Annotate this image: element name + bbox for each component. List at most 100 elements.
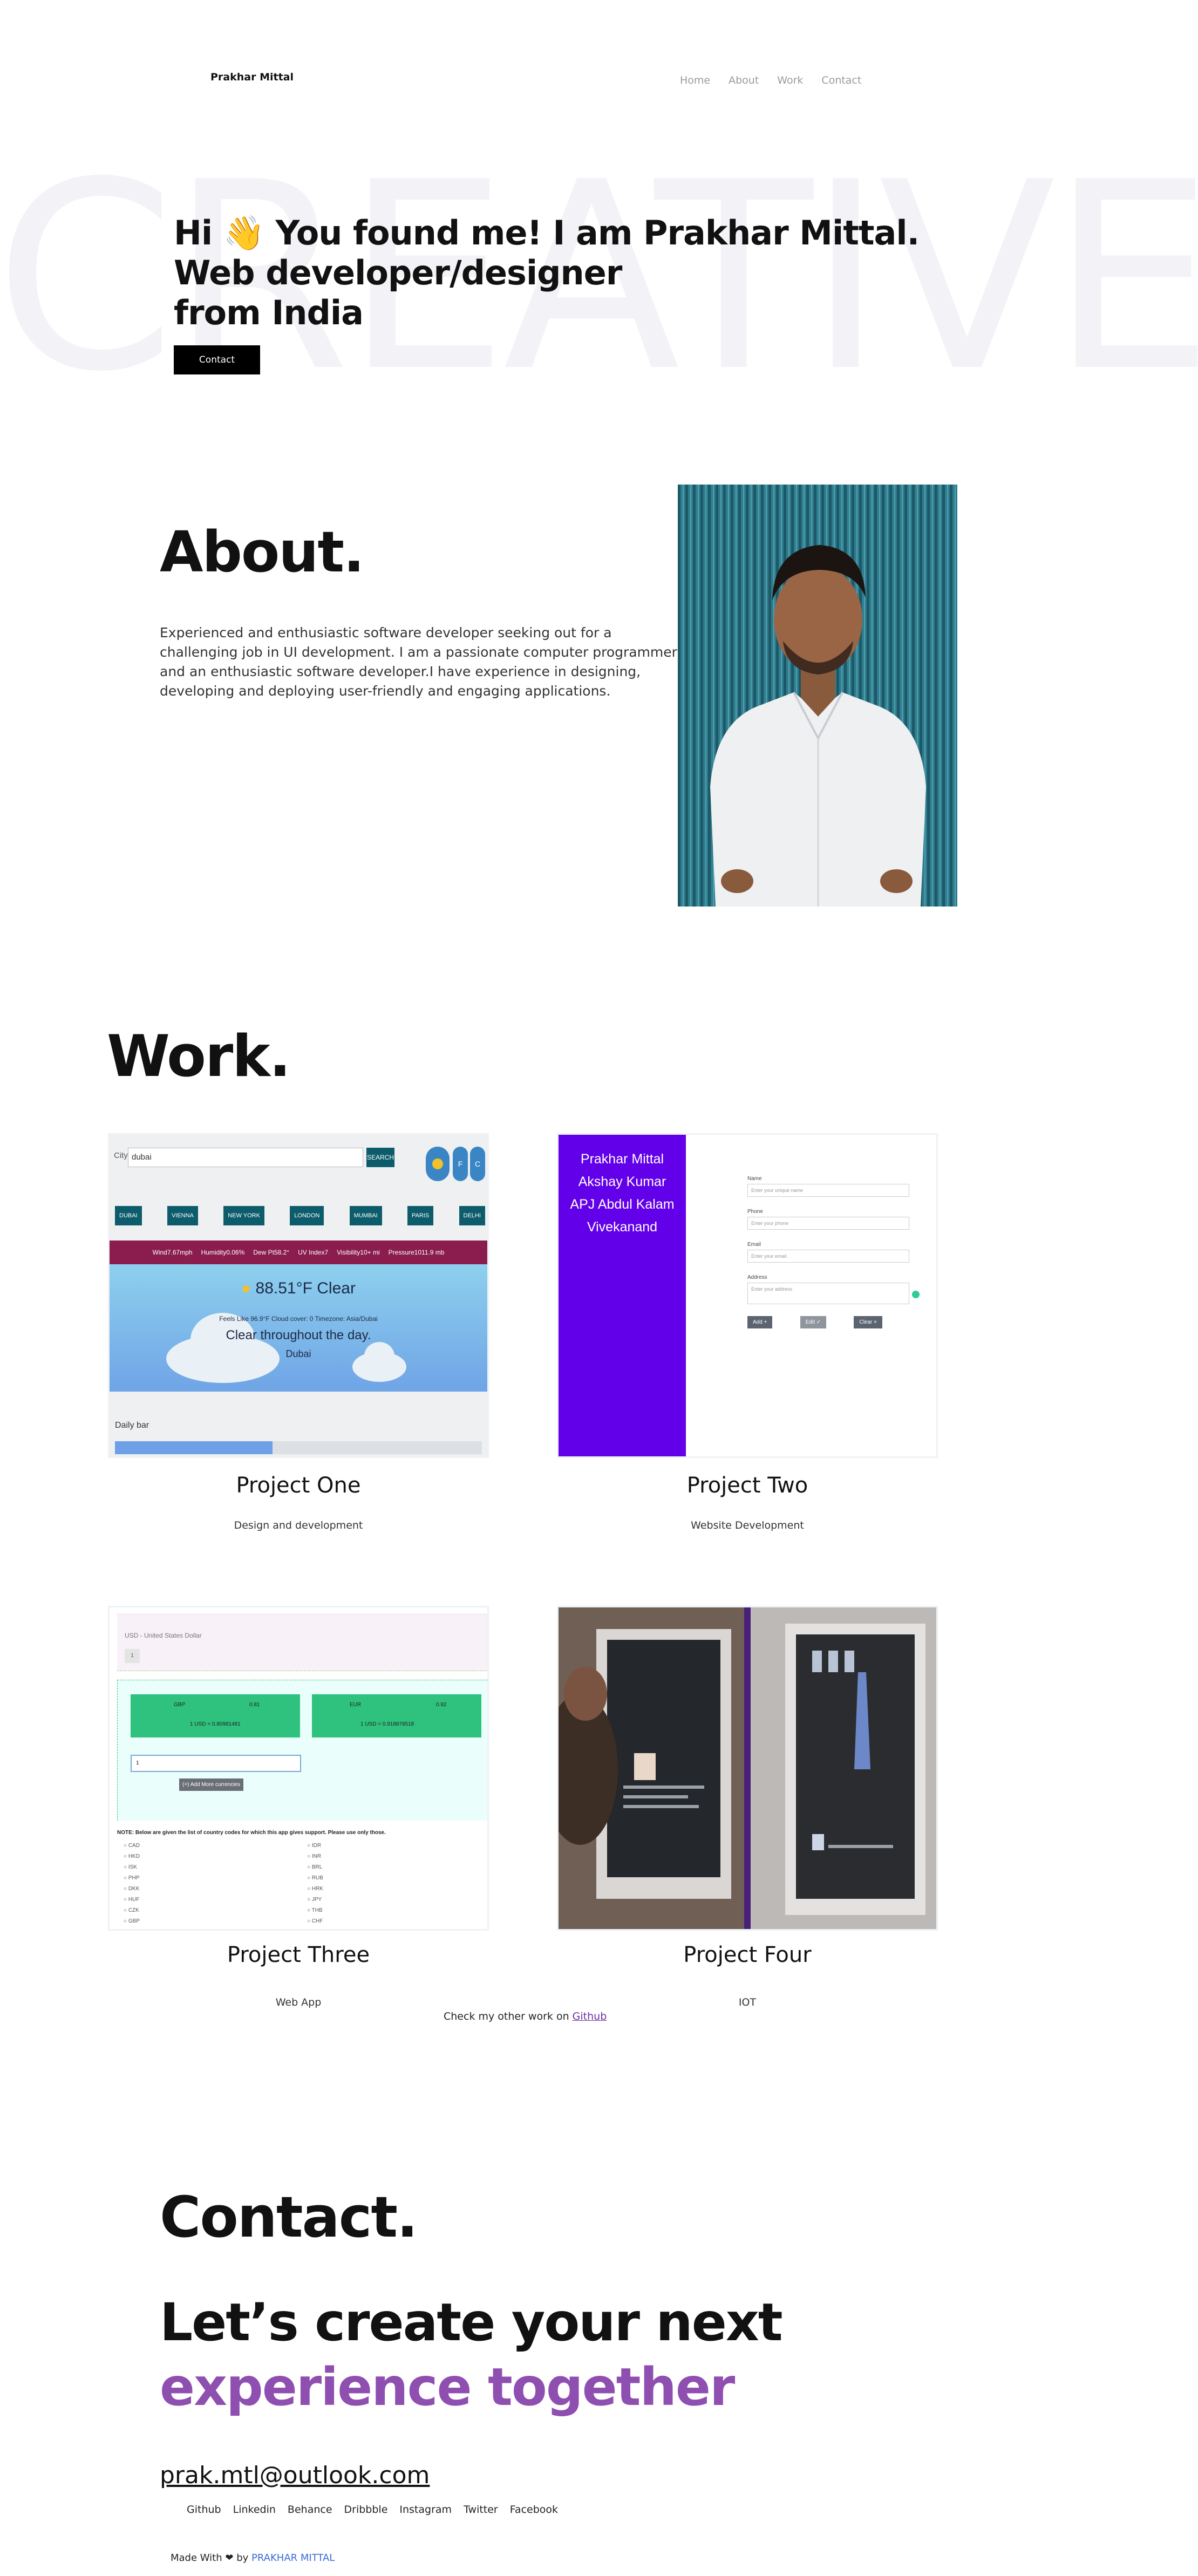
weather-stat-uv: UV Index7	[298, 1249, 329, 1256]
weather-stat-wind: Wind7.67mph	[152, 1249, 193, 1256]
form-input-name[interactable]: Enter your unique name	[747, 1184, 909, 1197]
form-input-address-placeholder: Enter your address	[751, 1286, 793, 1292]
currency-base-panel: USD - United States Dollar 1	[117, 1614, 487, 1671]
currency-code-right-3: ○ RUB	[307, 1875, 323, 1881]
currency-code-left-6: ○ CZK	[124, 1907, 139, 1913]
currency-base-amount[interactable]: 1	[125, 1649, 140, 1663]
currency-base-select[interactable]: USD - United States Dollar	[125, 1632, 202, 1639]
currency-code-left-2: ○ ISK	[124, 1864, 137, 1870]
grammarly-icon	[912, 1291, 920, 1298]
currency-code-right-4: ○ HRK	[307, 1886, 323, 1892]
project-four-title: Project Four	[683, 1943, 812, 1967]
heart-icon: ❤	[225, 2552, 234, 2564]
nav-home[interactable]: Home	[680, 74, 710, 86]
github-link[interactable]: Github	[573, 2011, 607, 2022]
smart-mirror-photo	[559, 1607, 936, 1929]
weather-search-button[interactable]: SEARCH	[366, 1148, 394, 1167]
currency-card-gbp: GBP 0.81 1 USD = 0.80981481	[131, 1694, 300, 1737]
weather-place: Dubai	[285, 1348, 311, 1359]
hero-title: Hi 👋 You found me! I am Prakhar Mittal. …	[174, 213, 920, 333]
github-note-prefix: Check my other work on	[444, 2011, 569, 2022]
currency-card-eur-value: 0.92	[436, 1702, 447, 1708]
form-edit-button[interactable]: Edit ✓	[800, 1316, 827, 1328]
project-two-thumbnail[interactable]: Prakhar Mittal Akshay Kumar APJ Abdul Ka…	[557, 1133, 938, 1458]
weather-summary: Clear throughout the day.	[226, 1328, 371, 1342]
weather-sun-toggle[interactable]	[426, 1147, 450, 1181]
weather-city-input[interactable]: dubai	[128, 1148, 363, 1167]
city-button-london[interactable]: LONDON	[290, 1206, 324, 1225]
social-links: Github Linkedin Behance Dribbble Instagr…	[187, 2504, 558, 2516]
currency-code-left-3: ○ PHP	[124, 1875, 140, 1881]
city-button-new-york[interactable]: NEW YORK	[223, 1206, 264, 1225]
nav-work[interactable]: Work	[777, 74, 803, 86]
form-input-email[interactable]: Enter your email	[747, 1250, 909, 1263]
project-one-thumbnail[interactable]: City dubai SEARCH F C DUBAI VIENNA NEW Y…	[108, 1133, 489, 1458]
city-button-mumbai[interactable]: MUMBAI	[349, 1206, 382, 1225]
project-four-thumbnail[interactable]	[557, 1606, 938, 1931]
cta-line-1: Let’s create your next	[160, 2292, 783, 2353]
weather-unit-f-toggle[interactable]: F	[453, 1147, 468, 1181]
hero-contact-button[interactable]: Contact	[174, 345, 260, 374]
currency-card-gbp-rate: 1 USD = 0.80981481	[190, 1721, 241, 1727]
form-input-address[interactable]: Enter your address	[747, 1283, 920, 1304]
cta-line-2: experience together	[160, 2357, 735, 2417]
weather-stat-visibility: Visibility10+ mi	[337, 1249, 380, 1256]
project-three-title: Project Three	[227, 1943, 370, 1967]
form-input-phone[interactable]: Enter your phone	[747, 1217, 909, 1230]
main-nav: Home About Work Contact	[680, 74, 861, 86]
weather-stat-dew: Dew Pt58.2°	[253, 1249, 290, 1256]
hero-title-line-2: Web developer/designer	[174, 253, 622, 292]
hero-title-line-3: from India	[174, 293, 364, 332]
currency-amount-input[interactable]: 1	[131, 1755, 301, 1772]
form-label-phone: Phone	[747, 1209, 763, 1215]
weather-daily-bar-fill	[115, 1441, 273, 1454]
weather-city-label: City	[114, 1151, 128, 1160]
social-dribbble[interactable]: Dribbble	[344, 2504, 388, 2516]
about-text: Experienced and enthusiastic software de…	[160, 625, 677, 699]
currency-code-left-0: ○ CAD	[124, 1843, 140, 1849]
form-name-1[interactable]: Prakhar Mittal	[559, 1148, 686, 1170]
social-twitter[interactable]: Twitter	[464, 2504, 498, 2516]
github-note: Check my other work on Github	[444, 2011, 607, 2022]
social-facebook[interactable]: Facebook	[510, 2504, 558, 2516]
weather-unit-c-toggle[interactable]: C	[470, 1147, 485, 1181]
currency-card-eur-rate: 1 USD = 0.918878518	[360, 1721, 414, 1727]
currency-code-right-6: ○ THB	[307, 1907, 323, 1913]
footer-author-link[interactable]: PRAKHAR MITTAL	[251, 2552, 335, 2564]
currency-codes-right: ○ IDR ○ INR ○ BRL ○ RUB ○ HRK ○ JPY ○ THB ○ CHF	[307, 1841, 323, 1927]
weather-temperature-text: 88.51°F Clear	[255, 1279, 356, 1297]
weather-bar-label: Daily bar	[115, 1421, 149, 1430]
form-name-2[interactable]: Akshay Kumar	[559, 1170, 686, 1193]
city-button-vienna[interactable]: VIENNA	[167, 1206, 198, 1225]
currency-card-gbp-value: 0.81	[249, 1702, 260, 1708]
social-behance[interactable]: Behance	[288, 2504, 332, 2516]
form-clear-button[interactable]: Clear ×	[854, 1316, 882, 1328]
social-linkedin[interactable]: Linkedin	[233, 2504, 276, 2516]
form-name-3[interactable]: APJ Abdul Kalam	[559, 1193, 686, 1216]
nav-about[interactable]: About	[729, 74, 759, 86]
currency-codes-left: ○ CAD ○ HKD ○ ISK ○ PHP ○ DKK ○ HUF ○ CZK ○ GBP	[124, 1841, 140, 1927]
form-add-button[interactable]: Add +	[747, 1316, 773, 1328]
sun-small-icon: ●	[241, 1279, 251, 1297]
city-button-dubai[interactable]: DUBAI	[115, 1206, 142, 1225]
weather-panel: ● 88.51°F Clear Feels Like 96.9°F Cloud …	[110, 1264, 487, 1392]
currency-code-left-7: ○ GBP	[124, 1918, 140, 1924]
city-button-delhi[interactable]: DELHI	[459, 1206, 485, 1225]
currency-code-right-5: ○ JPY	[307, 1897, 322, 1903]
weather-temperature: ● 88.51°F Clear	[110, 1279, 487, 1298]
currency-add-more-button[interactable]: (+) Add More currencies	[179, 1778, 243, 1791]
nav-contact[interactable]: Contact	[821, 74, 861, 86]
about-heading: About.	[160, 519, 365, 585]
project-three-thumbnail[interactable]: USD - United States Dollar 1 GBP 0.81 1 …	[108, 1606, 489, 1931]
city-button-paris[interactable]: PARIS	[407, 1206, 434, 1225]
form-name-4[interactable]: Vivekanand	[559, 1216, 686, 1238]
currency-code-right-0: ○ IDR	[307, 1843, 322, 1849]
currency-code-left-4: ○ DKK	[124, 1886, 140, 1892]
social-instagram[interactable]: Instagram	[399, 2504, 452, 2516]
form-label-address: Address	[747, 1275, 767, 1280]
contact-email-link[interactable]: prak.mtl@outlook.com	[160, 2462, 430, 2489]
site-logo[interactable]: Prakhar Mittal	[210, 71, 294, 83]
weather-stat-pressure: Pressure1011.9 mb	[388, 1249, 445, 1256]
currency-code-left-5: ○ HUF	[124, 1897, 140, 1903]
social-github[interactable]: Github	[187, 2504, 221, 2516]
